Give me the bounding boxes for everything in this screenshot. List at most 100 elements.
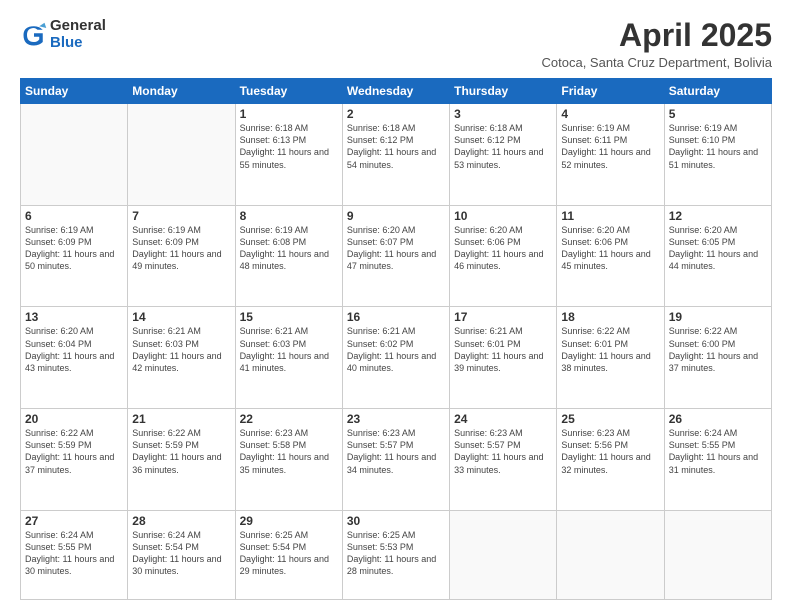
day-number: 5 — [669, 107, 767, 121]
day-info: Sunrise: 6:22 AM Sunset: 6:01 PM Dayligh… — [561, 325, 659, 374]
logo-text: General Blue — [50, 18, 106, 51]
table-row — [21, 104, 128, 206]
day-number: 4 — [561, 107, 659, 121]
table-row — [664, 510, 771, 599]
day-info: Sunrise: 6:25 AM Sunset: 5:53 PM Dayligh… — [347, 529, 445, 578]
day-info: Sunrise: 6:20 AM Sunset: 6:04 PM Dayligh… — [25, 325, 123, 374]
table-row: 3Sunrise: 6:18 AM Sunset: 6:12 PM Daylig… — [450, 104, 557, 206]
col-wednesday: Wednesday — [342, 79, 449, 104]
day-info: Sunrise: 6:20 AM Sunset: 6:07 PM Dayligh… — [347, 224, 445, 273]
day-number: 25 — [561, 412, 659, 426]
day-info: Sunrise: 6:20 AM Sunset: 6:06 PM Dayligh… — [561, 224, 659, 273]
page: General Blue April 2025 Cotoca, Santa Cr… — [0, 0, 792, 612]
day-number: 8 — [240, 209, 338, 223]
day-info: Sunrise: 6:19 AM Sunset: 6:08 PM Dayligh… — [240, 224, 338, 273]
day-info: Sunrise: 6:21 AM Sunset: 6:03 PM Dayligh… — [132, 325, 230, 374]
day-number: 29 — [240, 514, 338, 528]
day-number: 20 — [25, 412, 123, 426]
logo-general-text: General — [50, 18, 106, 35]
day-info: Sunrise: 6:19 AM Sunset: 6:11 PM Dayligh… — [561, 122, 659, 171]
table-row: 7Sunrise: 6:19 AM Sunset: 6:09 PM Daylig… — [128, 205, 235, 307]
day-info: Sunrise: 6:19 AM Sunset: 6:09 PM Dayligh… — [25, 224, 123, 273]
day-number: 2 — [347, 107, 445, 121]
logo-icon — [20, 21, 48, 49]
table-row: 24Sunrise: 6:23 AM Sunset: 5:57 PM Dayli… — [450, 409, 557, 511]
table-row: 13Sunrise: 6:20 AM Sunset: 6:04 PM Dayli… — [21, 307, 128, 409]
day-info: Sunrise: 6:23 AM Sunset: 5:57 PM Dayligh… — [454, 427, 552, 476]
day-number: 9 — [347, 209, 445, 223]
calendar-header-row: Sunday Monday Tuesday Wednesday Thursday… — [21, 79, 772, 104]
day-info: Sunrise: 6:23 AM Sunset: 5:57 PM Dayligh… — [347, 427, 445, 476]
table-row: 30Sunrise: 6:25 AM Sunset: 5:53 PM Dayli… — [342, 510, 449, 599]
day-number: 13 — [25, 310, 123, 324]
day-info: Sunrise: 6:22 AM Sunset: 5:59 PM Dayligh… — [25, 427, 123, 476]
table-row: 5Sunrise: 6:19 AM Sunset: 6:10 PM Daylig… — [664, 104, 771, 206]
table-row: 6Sunrise: 6:19 AM Sunset: 6:09 PM Daylig… — [21, 205, 128, 307]
day-info: Sunrise: 6:21 AM Sunset: 6:02 PM Dayligh… — [347, 325, 445, 374]
day-info: Sunrise: 6:20 AM Sunset: 6:06 PM Dayligh… — [454, 224, 552, 273]
day-info: Sunrise: 6:23 AM Sunset: 5:56 PM Dayligh… — [561, 427, 659, 476]
day-number: 28 — [132, 514, 230, 528]
table-row: 19Sunrise: 6:22 AM Sunset: 6:00 PM Dayli… — [664, 307, 771, 409]
day-info: Sunrise: 6:22 AM Sunset: 6:00 PM Dayligh… — [669, 325, 767, 374]
day-info: Sunrise: 6:18 AM Sunset: 6:12 PM Dayligh… — [454, 122, 552, 171]
table-row: 20Sunrise: 6:22 AM Sunset: 5:59 PM Dayli… — [21, 409, 128, 511]
day-info: Sunrise: 6:24 AM Sunset: 5:55 PM Dayligh… — [25, 529, 123, 578]
logo: General Blue — [20, 18, 106, 51]
day-info: Sunrise: 6:19 AM Sunset: 6:10 PM Dayligh… — [669, 122, 767, 171]
day-number: 17 — [454, 310, 552, 324]
day-number: 12 — [669, 209, 767, 223]
table-row: 9Sunrise: 6:20 AM Sunset: 6:07 PM Daylig… — [342, 205, 449, 307]
table-row: 4Sunrise: 6:19 AM Sunset: 6:11 PM Daylig… — [557, 104, 664, 206]
table-row: 16Sunrise: 6:21 AM Sunset: 6:02 PM Dayli… — [342, 307, 449, 409]
table-row: 18Sunrise: 6:22 AM Sunset: 6:01 PM Dayli… — [557, 307, 664, 409]
table-row: 17Sunrise: 6:21 AM Sunset: 6:01 PM Dayli… — [450, 307, 557, 409]
table-row: 1Sunrise: 6:18 AM Sunset: 6:13 PM Daylig… — [235, 104, 342, 206]
day-info: Sunrise: 6:21 AM Sunset: 6:03 PM Dayligh… — [240, 325, 338, 374]
day-number: 15 — [240, 310, 338, 324]
day-number: 16 — [347, 310, 445, 324]
table-row: 8Sunrise: 6:19 AM Sunset: 6:08 PM Daylig… — [235, 205, 342, 307]
day-info: Sunrise: 6:21 AM Sunset: 6:01 PM Dayligh… — [454, 325, 552, 374]
table-row: 2Sunrise: 6:18 AM Sunset: 6:12 PM Daylig… — [342, 104, 449, 206]
table-row: 10Sunrise: 6:20 AM Sunset: 6:06 PM Dayli… — [450, 205, 557, 307]
table-row: 25Sunrise: 6:23 AM Sunset: 5:56 PM Dayli… — [557, 409, 664, 511]
day-info: Sunrise: 6:25 AM Sunset: 5:54 PM Dayligh… — [240, 529, 338, 578]
day-number: 19 — [669, 310, 767, 324]
day-number: 3 — [454, 107, 552, 121]
day-info: Sunrise: 6:24 AM Sunset: 5:55 PM Dayligh… — [669, 427, 767, 476]
col-saturday: Saturday — [664, 79, 771, 104]
day-info: Sunrise: 6:18 AM Sunset: 6:12 PM Dayligh… — [347, 122, 445, 171]
day-number: 21 — [132, 412, 230, 426]
day-info: Sunrise: 6:24 AM Sunset: 5:54 PM Dayligh… — [132, 529, 230, 578]
table-row: 14Sunrise: 6:21 AM Sunset: 6:03 PM Dayli… — [128, 307, 235, 409]
table-row: 29Sunrise: 6:25 AM Sunset: 5:54 PM Dayli… — [235, 510, 342, 599]
day-info: Sunrise: 6:23 AM Sunset: 5:58 PM Dayligh… — [240, 427, 338, 476]
table-row: 22Sunrise: 6:23 AM Sunset: 5:58 PM Dayli… — [235, 409, 342, 511]
logo-blue-text: Blue — [50, 35, 106, 52]
day-number: 26 — [669, 412, 767, 426]
table-row: 21Sunrise: 6:22 AM Sunset: 5:59 PM Dayli… — [128, 409, 235, 511]
day-number: 7 — [132, 209, 230, 223]
day-number: 14 — [132, 310, 230, 324]
day-number: 22 — [240, 412, 338, 426]
table-row: 26Sunrise: 6:24 AM Sunset: 5:55 PM Dayli… — [664, 409, 771, 511]
header: General Blue April 2025 Cotoca, Santa Cr… — [20, 18, 772, 70]
day-number: 30 — [347, 514, 445, 528]
day-number: 18 — [561, 310, 659, 324]
day-number: 23 — [347, 412, 445, 426]
table-row: 28Sunrise: 6:24 AM Sunset: 5:54 PM Dayli… — [128, 510, 235, 599]
table-row — [450, 510, 557, 599]
col-tuesday: Tuesday — [235, 79, 342, 104]
col-friday: Friday — [557, 79, 664, 104]
day-number: 6 — [25, 209, 123, 223]
day-info: Sunrise: 6:18 AM Sunset: 6:13 PM Dayligh… — [240, 122, 338, 171]
day-info: Sunrise: 6:22 AM Sunset: 5:59 PM Dayligh… — [132, 427, 230, 476]
table-row: 23Sunrise: 6:23 AM Sunset: 5:57 PM Dayli… — [342, 409, 449, 511]
subtitle: Cotoca, Santa Cruz Department, Bolivia — [542, 55, 773, 70]
table-row: 12Sunrise: 6:20 AM Sunset: 6:05 PM Dayli… — [664, 205, 771, 307]
day-number: 27 — [25, 514, 123, 528]
day-info: Sunrise: 6:19 AM Sunset: 6:09 PM Dayligh… — [132, 224, 230, 273]
day-number: 24 — [454, 412, 552, 426]
day-number: 11 — [561, 209, 659, 223]
